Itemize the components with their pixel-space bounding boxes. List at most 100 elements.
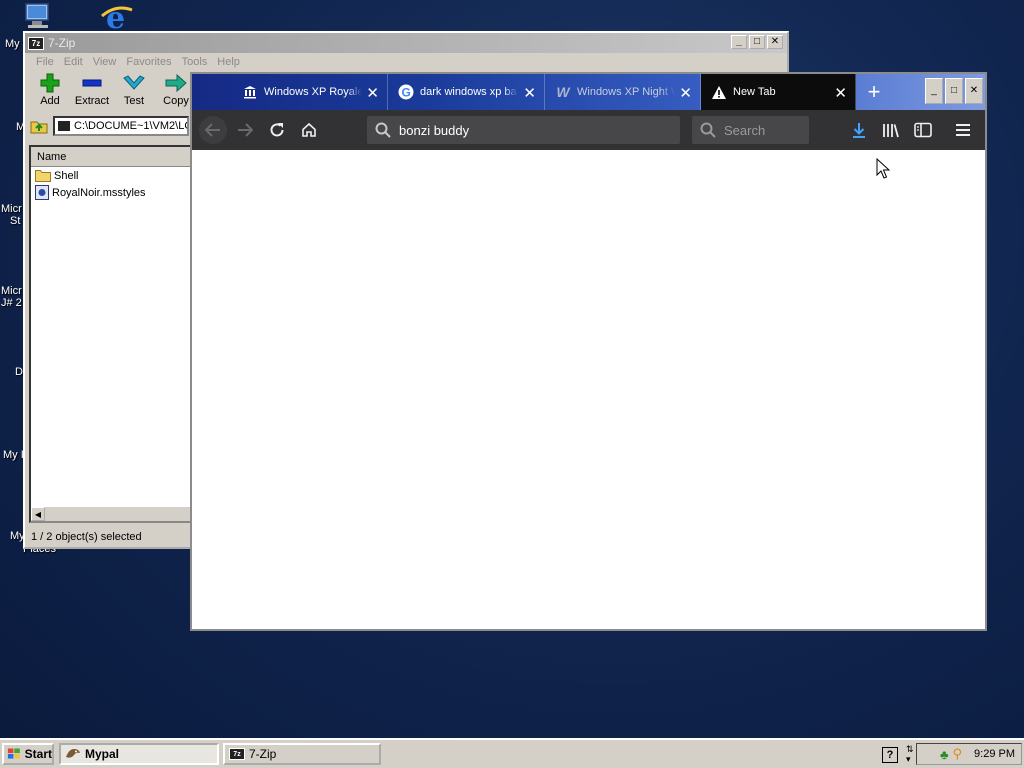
search-bar[interactable]: Search	[692, 116, 809, 144]
menu-file[interactable]: File	[31, 56, 59, 68]
file-name: RoyalNoir.msstyles	[52, 186, 146, 199]
tab-new-tab[interactable]: New Tab ✕	[701, 74, 856, 110]
column-header-name[interactable]: Name	[31, 147, 193, 167]
warning-icon	[711, 84, 727, 100]
tab-bar: Windows XP Royale ✕ G dark windows xp ba…	[192, 74, 985, 110]
sevenzip-title: 7-Zip	[48, 36, 76, 50]
menu-help[interactable]: Help	[212, 56, 245, 68]
close-button[interactable]: ✕	[767, 35, 783, 49]
close-button[interactable]: ✕	[965, 78, 983, 104]
back-icon	[199, 116, 227, 144]
search-placeholder: Search	[724, 122, 766, 138]
tab-label: Windows XP Night W	[577, 86, 675, 98]
check-icon	[122, 73, 146, 93]
desktop-label[interactable]: St	[10, 215, 20, 227]
menu-tools[interactable]: Tools	[177, 56, 213, 68]
security-tray-icon[interactable]: ♣	[940, 747, 949, 762]
horizontal-scrollbar[interactable]: ◀	[31, 506, 191, 521]
folder-up-icon[interactable]	[29, 116, 49, 136]
tab-label: New Tab	[733, 86, 776, 98]
page-content[interactable]	[192, 150, 985, 629]
menu-edit[interactable]: Edit	[59, 56, 88, 68]
tabbar-spacer	[192, 74, 232, 110]
sidebar-button[interactable]	[907, 114, 939, 146]
tab-label: Windows XP Royale	[264, 86, 362, 98]
help-icon[interactable]: ?	[882, 747, 898, 763]
forward-icon	[238, 123, 253, 137]
internet-explorer-icon[interactable]: e	[100, 1, 134, 36]
menu-view[interactable]: View	[88, 56, 122, 68]
library-button[interactable]	[875, 114, 907, 146]
search-tray-icon[interactable]: ⚲	[953, 746, 963, 762]
arrow-right-icon	[164, 73, 188, 93]
desktop-label[interactable]: J# 2	[1, 297, 22, 309]
address-field[interactable]: C:\DOCUME~1\VM2\LO	[53, 116, 189, 136]
sevenzip-titlebar[interactable]: 7z 7-Zip _ □ ✕	[25, 33, 787, 53]
mouse-cursor-icon	[876, 158, 890, 179]
desktop-label[interactable]: D	[15, 366, 23, 378]
mypal-icon	[66, 749, 80, 758]
tab-windows-xp-night[interactable]: W Windows XP Night W ✕	[545, 74, 701, 110]
maximize-button[interactable]: □	[749, 35, 765, 49]
forward-button[interactable]	[229, 114, 261, 146]
svg-text:G: G	[402, 86, 411, 100]
url-bar[interactable]: bonzi buddy	[367, 116, 680, 144]
extract-label: Extract	[74, 95, 110, 107]
list-item[interactable]: Shell	[31, 167, 191, 184]
windows-logo-icon	[7, 748, 20, 759]
desktop-label[interactable]: Micr	[1, 285, 22, 297]
taskbar-item-7zip[interactable]: 7z 7-Zip	[223, 743, 381, 765]
home-button[interactable]	[293, 114, 325, 146]
tab-windows-xp-royale[interactable]: Windows XP Royale ✕	[232, 74, 388, 110]
folder-icon	[35, 170, 51, 182]
my-computer-icon[interactable]	[22, 2, 54, 30]
close-icon[interactable]: ✕	[523, 84, 536, 102]
back-button[interactable]	[197, 114, 229, 146]
sevenzip-logo-icon: 7z	[229, 748, 245, 760]
taskbar: Start Mypal 7z 7-Zip ? ⇅ ▾ ♣ ⚲ 9:29 PM	[0, 738, 1024, 768]
file-name: Shell	[54, 169, 79, 182]
url-text: bonzi buddy	[399, 122, 470, 138]
start-label: Start	[24, 747, 52, 761]
extract-button[interactable]: Extract	[71, 73, 113, 113]
download-icon	[853, 123, 865, 138]
museum-icon	[242, 84, 258, 100]
new-tab-button[interactable]: +	[856, 74, 892, 110]
list-item[interactable]: RoyalNoir.msstyles	[31, 184, 191, 201]
search-icon	[700, 122, 716, 138]
close-icon[interactable]: ✕	[834, 84, 847, 102]
desktop-label[interactable]: Micr	[1, 203, 22, 215]
tab-dark-windows-xp[interactable]: G dark windows xp ba ✕	[388, 74, 545, 110]
sevenzip-menubar: File Edit View Favorites Tools Help	[25, 53, 787, 71]
close-icon[interactable]: ✕	[679, 84, 692, 102]
desktop-label[interactable]: My	[5, 38, 20, 50]
desktop-label[interactable]: My I	[3, 449, 24, 461]
reload-button[interactable]	[261, 114, 293, 146]
minimize-button[interactable]: _	[731, 35, 747, 49]
test-button[interactable]: Test	[113, 73, 155, 113]
maximize-button[interactable]: □	[945, 78, 963, 104]
close-icon: ✕	[969, 85, 979, 96]
sevenzip-logo-icon: 7z	[28, 36, 44, 50]
browser-window[interactable]: Windows XP Royale ✕ G dark windows xp ba…	[190, 72, 987, 631]
maximize-icon: □	[753, 36, 761, 47]
menu-button[interactable]	[947, 114, 979, 146]
start-button[interactable]: Start	[2, 743, 54, 765]
minimize-icon: _	[736, 36, 742, 47]
add-label: Add	[40, 95, 60, 107]
minus-icon	[80, 73, 104, 93]
close-icon[interactable]: ✕	[366, 84, 379, 102]
clock[interactable]: 9:29 PM	[974, 748, 1015, 760]
hamburger-menu-icon	[956, 124, 970, 136]
address-text: C:\DOCUME~1\VM2\LO	[74, 120, 189, 132]
downloads-button[interactable]	[843, 114, 875, 146]
tab-label: dark windows xp ba	[420, 86, 517, 98]
close-icon: ✕	[770, 36, 780, 47]
taskbar-item-mypal[interactable]: Mypal	[59, 743, 219, 765]
system-tray: ♣ ⚲ 9:29 PM	[916, 743, 1022, 765]
minimize-button[interactable]: _	[925, 78, 943, 104]
add-button[interactable]: Add	[29, 73, 71, 113]
menu-favorites[interactable]: Favorites	[121, 56, 176, 68]
scroll-left-icon[interactable]: ◀	[31, 507, 45, 521]
file-list[interactable]: Name Shell RoyalNoir.msstyles ◀	[29, 145, 193, 523]
